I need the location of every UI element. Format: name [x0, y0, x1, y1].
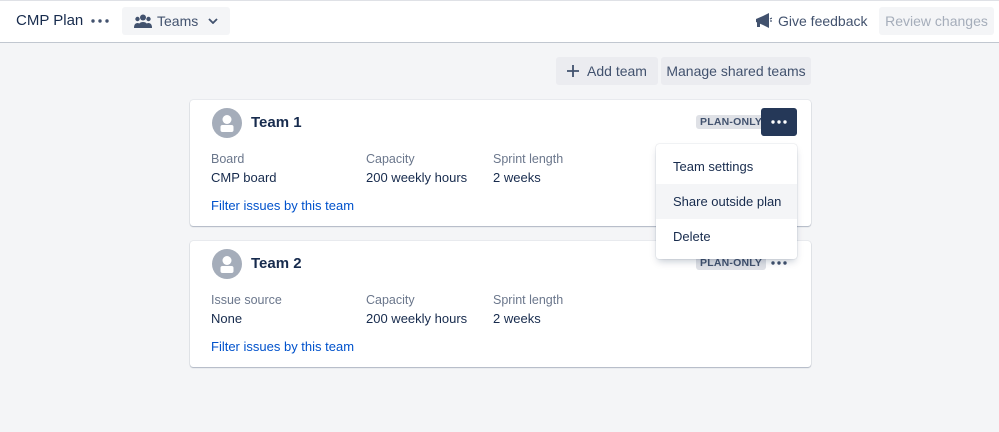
- field-label-sprint-length: Sprint length: [493, 152, 564, 166]
- team-name: Team 2: [251, 255, 302, 272]
- field-label-capacity: Capacity: [366, 293, 415, 307]
- field-label-capacity: Capacity: [366, 152, 415, 166]
- add-team-button[interactable]: Add team: [556, 57, 658, 85]
- field-value-sprint-length: 2 weeks: [493, 170, 541, 185]
- field-value-capacity: 200 weekly hours: [366, 311, 468, 326]
- team-actions-menu: Team settings Share outside plan Delete: [656, 144, 797, 259]
- field-value-issue-source: None: [211, 311, 243, 326]
- give-feedback-label: Give feedback: [778, 13, 868, 29]
- people-group-icon: [134, 13, 152, 29]
- team-more-button[interactable]: [761, 108, 797, 136]
- field-value-board: CMP board: [211, 170, 277, 185]
- give-feedback-button[interactable]: Give feedback: [754, 10, 868, 32]
- field-value-capacity: 200 weekly hours: [366, 170, 468, 185]
- team-name: Team 1: [251, 114, 302, 131]
- plan-only-lozenge: PLAN-ONLY: [696, 115, 767, 129]
- team-avatar-icon: [212, 108, 242, 138]
- more-horizontal-icon: [771, 261, 787, 265]
- plan-more-icon[interactable]: [89, 12, 111, 30]
- field-label-board: Board: [211, 152, 245, 166]
- teams-view-dropdown[interactable]: Teams: [122, 7, 230, 35]
- top-bar: CMP Plan Teams Give feedback Review chan…: [0, 0, 999, 43]
- plus-icon: [567, 65, 580, 77]
- megaphone-icon: [754, 13, 772, 29]
- chevron-down-icon: [208, 18, 218, 24]
- filter-issues-link[interactable]: Filter issues by this team: [211, 339, 354, 354]
- plan-title: CMP Plan: [16, 12, 84, 29]
- menu-item-delete[interactable]: Delete: [656, 219, 797, 254]
- field-label-issue-source: Issue source: [211, 293, 282, 307]
- field-label-sprint-length: Sprint length: [493, 293, 564, 307]
- menu-item-share-outside-plan[interactable]: Share outside plan: [656, 184, 797, 219]
- team-card: Team 2 PLAN-ONLY Issue source None Capac…: [190, 241, 811, 367]
- review-changes-button[interactable]: Review changes: [879, 7, 994, 35]
- field-value-sprint-length: 2 weeks: [493, 311, 541, 326]
- add-team-label: Add team: [587, 63, 647, 79]
- more-horizontal-icon: [771, 120, 787, 124]
- manage-shared-teams-button[interactable]: Manage shared teams: [661, 57, 811, 85]
- teams-dropdown-label: Teams: [157, 13, 199, 29]
- team-avatar-icon: [212, 249, 242, 279]
- menu-item-team-settings[interactable]: Team settings: [656, 149, 797, 184]
- filter-issues-link[interactable]: Filter issues by this team: [211, 198, 354, 213]
